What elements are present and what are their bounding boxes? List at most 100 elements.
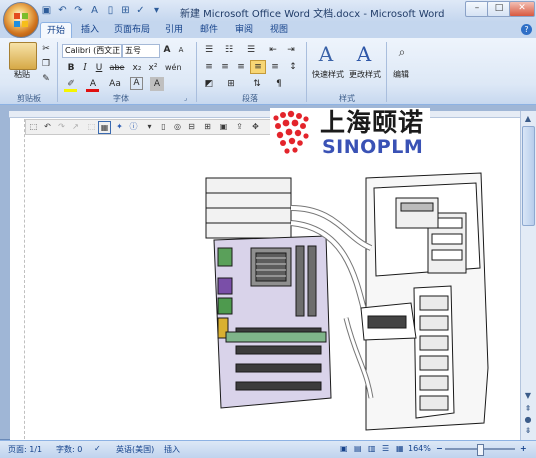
scroll-thumb[interactable] xyxy=(522,126,535,226)
bold-button[interactable]: B xyxy=(64,61,78,75)
tab-view[interactable]: 视图 xyxy=(266,22,292,38)
proofing-icon[interactable]: ✓ xyxy=(94,444,101,453)
cad-measure-icon[interactable]: ⊞ xyxy=(202,121,213,132)
cad-orbit-icon[interactable]: ◎ xyxy=(172,121,183,132)
numbering-icon[interactable]: ☷ xyxy=(222,43,236,57)
shrink-font-icon[interactable]: A xyxy=(174,43,188,57)
subscript-button[interactable]: x₂ xyxy=(130,61,144,75)
spelling-icon[interactable]: ✓ xyxy=(134,4,147,17)
show-marks-icon[interactable]: ¶ xyxy=(272,77,286,91)
font-color-swatch xyxy=(86,89,99,92)
insert-mode-indicator[interactable]: 插入 xyxy=(164,444,180,455)
change-case-button[interactable]: Aa xyxy=(106,77,124,91)
web-layout-icon[interactable]: ▥ xyxy=(368,444,376,453)
close-button[interactable]: ✕ xyxy=(509,1,535,17)
tab-review[interactable]: 审阅 xyxy=(231,22,257,38)
change-styles-button[interactable]: 更改样式 xyxy=(347,68,383,82)
tab-references[interactable]: 引用 xyxy=(161,22,187,38)
undo-icon[interactable]: ↶ xyxy=(56,4,69,17)
phonetic-guide-icon[interactable]: wén xyxy=(165,61,182,75)
font-color-icon[interactable]: A xyxy=(88,4,101,17)
minimize-button[interactable]: – xyxy=(465,1,489,17)
cad-transform-icon[interactable]: ⬚ xyxy=(86,121,97,132)
align-right-icon[interactable]: ≡ xyxy=(234,60,248,74)
page-count[interactable]: 页面: 1/1 xyxy=(8,444,42,455)
align-left-icon[interactable]: ≡ xyxy=(202,60,216,74)
cad-tree-icon[interactable]: ⊟ xyxy=(186,121,197,132)
cad-redo-icon[interactable]: ↷ xyxy=(56,121,67,132)
cad-export-icon[interactable]: ⇪ xyxy=(234,121,245,132)
cad-document-icon[interactable]: ▯ xyxy=(158,121,169,132)
character-border-icon[interactable]: A xyxy=(130,77,143,90)
align-center-icon[interactable]: ≡ xyxy=(218,60,232,74)
customize-qa-icon[interactable]: ▾ xyxy=(150,4,163,17)
office-button[interactable] xyxy=(3,2,39,38)
binoculars-icon[interactable]: ⌕ xyxy=(394,44,410,60)
increase-indent-icon[interactable]: ⇥ xyxy=(284,43,298,57)
scroll-down-icon[interactable]: ▼ xyxy=(521,389,535,402)
print-layout-icon[interactable]: ▣ xyxy=(340,444,348,453)
maximize-button[interactable]: □ xyxy=(487,1,511,17)
cad-undo-icon[interactable]: ↶ xyxy=(42,121,53,132)
language-indicator[interactable]: 英语(美国) xyxy=(116,444,154,455)
distribute-icon[interactable]: ≡ xyxy=(268,60,282,74)
editing-button[interactable]: 编辑 xyxy=(390,68,412,82)
cad-view-icon[interactable]: ▦ xyxy=(98,121,111,134)
group-divider xyxy=(57,42,58,102)
styles-group-label: 样式 xyxy=(339,94,355,103)
draft-view-icon[interactable]: ▦ xyxy=(396,444,404,453)
redo-icon[interactable]: ↷ xyxy=(72,4,85,17)
font-size-combo[interactable]: 五号 xyxy=(122,44,160,58)
change-styles-icon[interactable]: A xyxy=(352,42,376,66)
superscript-button[interactable]: x² xyxy=(146,61,160,75)
word-count[interactable]: 字数: 0 xyxy=(56,444,82,455)
decrease-indent-icon[interactable]: ⇤ xyxy=(266,43,280,57)
zoom-in-button[interactable]: + xyxy=(520,444,527,453)
grow-font-icon[interactable]: A xyxy=(160,43,174,57)
underline-button[interactable]: U xyxy=(92,61,106,75)
scroll-up-icon[interactable]: ▲ xyxy=(521,112,535,125)
justify-icon[interactable]: ≡ xyxy=(250,60,266,74)
italic-button[interactable]: I xyxy=(78,61,92,75)
print-preview-icon[interactable]: ⊞ xyxy=(119,4,132,17)
zoom-level[interactable]: 164% xyxy=(408,444,431,453)
quick-styles-button[interactable]: 快速样式 xyxy=(310,68,346,82)
font-dialog-launcher-icon[interactable]: ⌟ xyxy=(184,94,192,102)
cad-info-icon[interactable]: ⓘ xyxy=(128,121,139,132)
quick-styles-icon[interactable]: A xyxy=(314,42,338,66)
tab-home[interactable]: 开始 xyxy=(40,22,72,39)
next-page-icon[interactable]: ⇟ xyxy=(521,424,535,437)
help-icon[interactable]: ? xyxy=(521,24,532,35)
sort-icon[interactable]: ⇅ xyxy=(250,77,264,91)
zoom-out-button[interactable]: − xyxy=(436,444,443,453)
character-shading-icon[interactable]: A xyxy=(150,77,164,91)
shading-icon[interactable]: ◩ xyxy=(202,77,216,91)
format-painter-icon[interactable]: ✎ xyxy=(39,72,53,86)
multilevel-list-icon[interactable]: ☰ xyxy=(244,43,258,57)
cad-arrow-icon[interactable]: ↗ xyxy=(70,121,81,132)
cad-pan-icon[interactable]: ✥ xyxy=(250,121,261,132)
paste-button[interactable]: 粘贴 xyxy=(8,68,36,82)
outline-view-icon[interactable]: ☰ xyxy=(382,444,389,453)
cut-icon[interactable]: ✂ xyxy=(39,42,53,56)
paste-icon[interactable] xyxy=(9,42,37,70)
full-screen-reading-icon[interactable]: ▤ xyxy=(354,444,362,453)
borders-icon[interactable]: ⊞ xyxy=(224,77,238,91)
cad-select-icon[interactable]: ⬚ xyxy=(28,121,39,132)
cad-section-icon[interactable]: ▣ xyxy=(218,121,229,132)
bullets-icon[interactable]: ☰ xyxy=(202,43,216,57)
new-doc-icon[interactable]: ▯ xyxy=(104,4,117,17)
line-spacing-icon[interactable]: ↕ xyxy=(286,60,300,74)
group-divider xyxy=(386,42,387,102)
copy-icon[interactable]: ❐ xyxy=(39,57,53,71)
cad-dropdown-icon[interactable]: ▾ xyxy=(144,121,155,132)
cad-settings-icon[interactable]: ✦ xyxy=(114,121,125,132)
tab-page-layout[interactable]: 页面布局 xyxy=(110,22,154,38)
tab-insert[interactable]: 插入 xyxy=(77,22,103,38)
logo-dots-icon xyxy=(273,110,309,154)
save-icon[interactable]: ▣ xyxy=(40,4,53,17)
strikethrough-button[interactable]: abe xyxy=(108,61,126,75)
tab-mailings[interactable]: 邮件 xyxy=(196,22,222,38)
font-name-combo[interactable]: Calibri (西文正 xyxy=(62,44,122,58)
zoom-slider-thumb[interactable] xyxy=(477,444,484,456)
